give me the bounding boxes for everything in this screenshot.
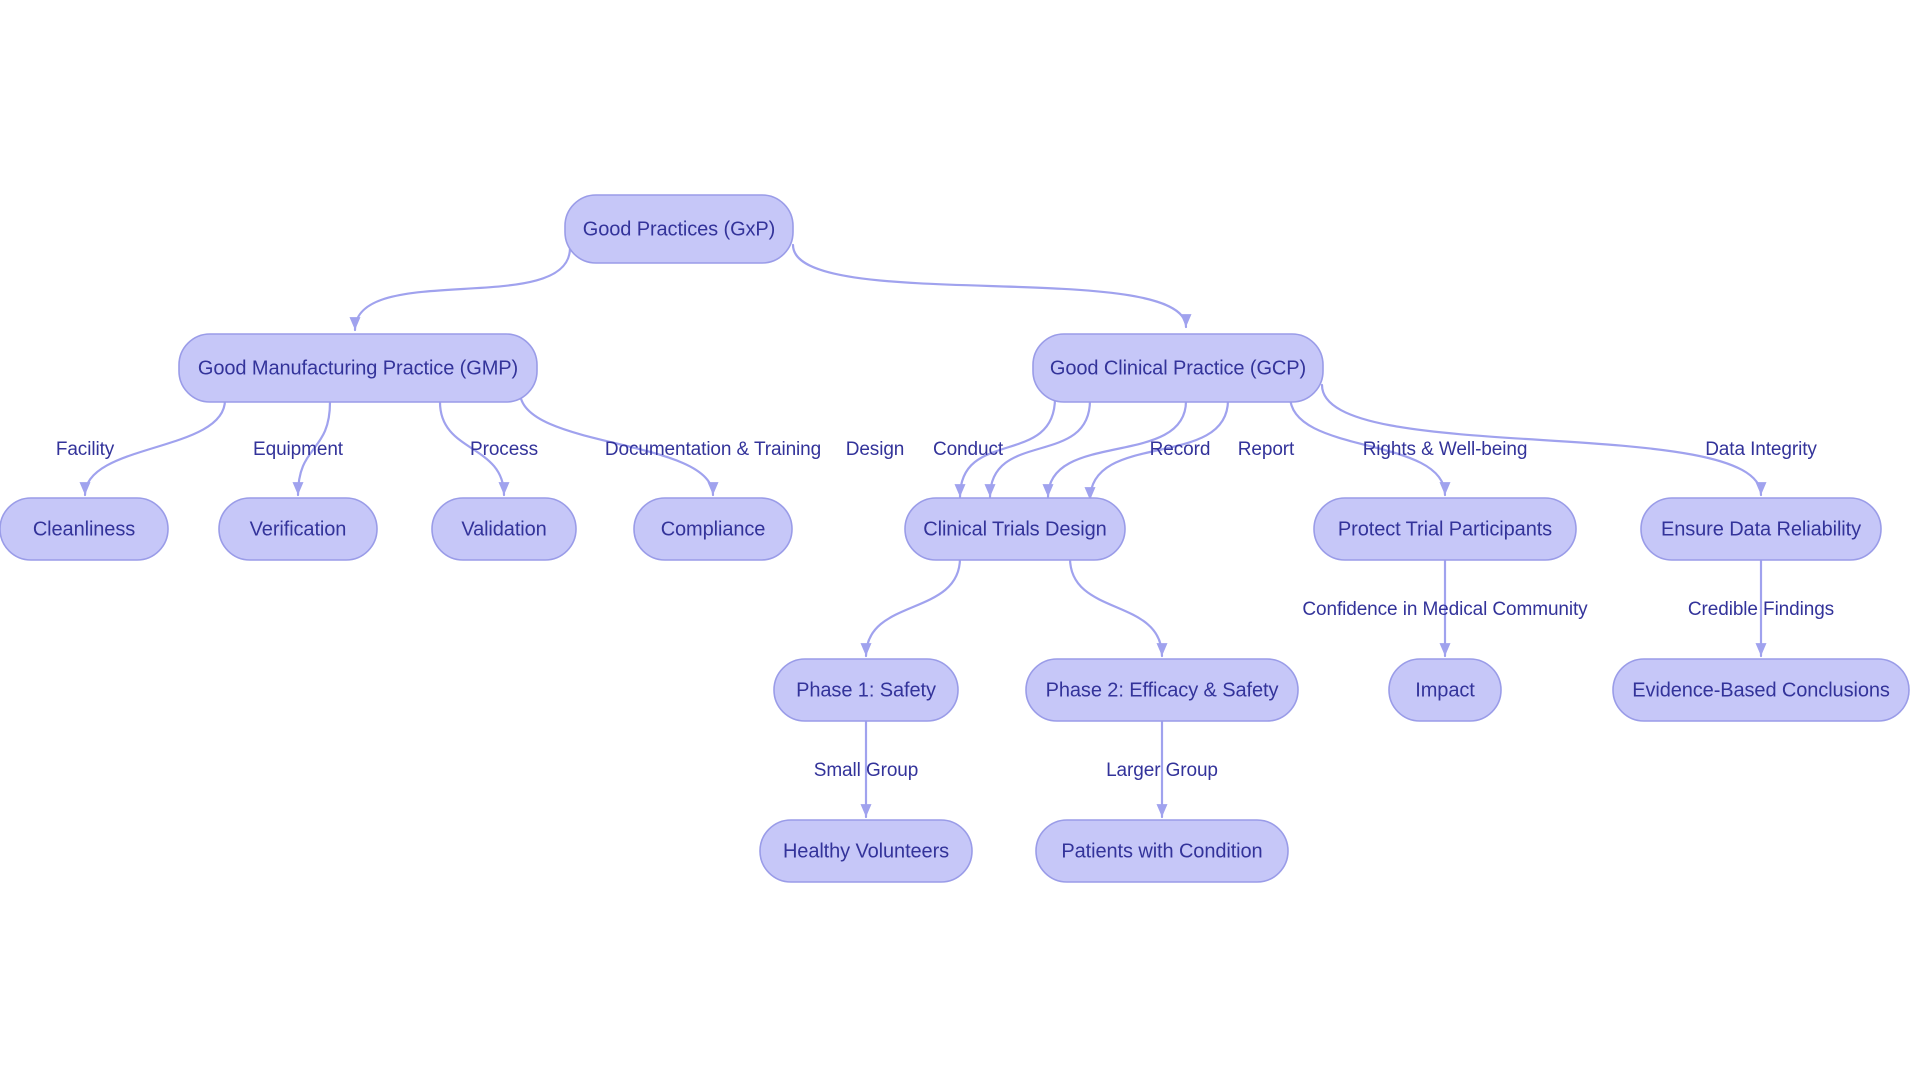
node-label-phase1: Phase 1: Safety (796, 679, 936, 701)
edge-label-gmp-cleanliness-2: Facility (56, 439, 115, 460)
edge-label-gcp-ctd-8: Record (1150, 439, 1211, 460)
arrowhead-phase2-to-patients (1156, 804, 1168, 817)
node-cleanliness[interactable]: Cleanliness (0, 497, 169, 561)
arrowhead-gcp-to-protect (1439, 482, 1451, 495)
edge-label-gmp-verification-3: Equipment (253, 439, 344, 460)
edge-ctd-to-phase1 (864, 556, 962, 658)
node-ctd[interactable]: Clinical Trials Design (904, 497, 1126, 561)
node-reliability[interactable]: Ensure Data Reliability (1640, 497, 1882, 561)
edge-label-gcp-reliability-11: Data Integrity (1705, 439, 1817, 460)
node-label-healthy: Healthy Volunteers (783, 840, 949, 862)
node-label-validation: Validation (461, 518, 546, 540)
node-protect[interactable]: Protect Trial Participants (1313, 497, 1577, 561)
edge-labels-layer: Facility Equipment Process Documentation & … (56, 439, 1834, 781)
arrowhead-reliability-to-evidence (1755, 643, 1767, 656)
arrowhead-ctd-to-phase1 (860, 643, 872, 656)
node-patients[interactable]: Patients with Condition (1035, 819, 1289, 883)
arrowhead-gmp-to-cleanliness (79, 482, 91, 495)
node-label-compliance: Compliance (661, 518, 766, 540)
arrowhead-gmp-to-validation (498, 482, 510, 495)
edge-label-gcp-ctd-6: Design (846, 439, 905, 460)
node-label-gxp: Good Practices (GxP) (583, 218, 776, 240)
edge-label-phase2-patients-17: Larger Group (1106, 760, 1218, 781)
node-verification[interactable]: Verification (218, 497, 378, 561)
edge-label-gmp-compliance-5: Documentation & Training (605, 439, 821, 460)
node-label-cleanliness: Cleanliness (33, 518, 135, 540)
arrowhead-ctd-to-phase2 (1156, 643, 1168, 656)
arrowhead-gcp-to-ctd (1042, 484, 1054, 497)
node-gcp[interactable]: Good Clinical Practice (GCP) (1032, 333, 1324, 403)
node-label-impact: Impact (1415, 679, 1475, 701)
node-label-protect: Protect Trial Participants (1338, 518, 1552, 540)
arrowhead-gmp-to-compliance (707, 482, 719, 495)
arrowhead-phase1-to-healthy (860, 804, 872, 817)
arrowhead-protect-to-impact (1439, 643, 1451, 656)
node-impact[interactable]: Impact (1388, 658, 1502, 722)
node-evidence[interactable]: Evidence-Based Conclusions (1612, 658, 1910, 722)
node-phase1[interactable]: Phase 1: Safety (773, 658, 959, 722)
arrowhead-gxp-to-gmp (349, 317, 361, 330)
arrowhead-gxp-to-gcp (1180, 314, 1192, 327)
node-label-evidence: Evidence-Based Conclusions (1632, 679, 1890, 701)
node-phase2[interactable]: Phase 2: Efficacy & Safety (1025, 658, 1299, 722)
edge-label-reliability-evidence-15: Credible Findings (1688, 599, 1834, 620)
node-label-verification: Verification (250, 518, 347, 540)
node-label-gcp: Good Clinical Practice (GCP) (1050, 357, 1306, 379)
flowchart-svg: Facility Equipment Process Documentation & … (0, 194, 1910, 883)
edge-label-gcp-ctd-9: Report (1238, 439, 1295, 460)
node-label-ctd: Clinical Trials Design (923, 518, 1106, 540)
arrowhead-gcp-to-ctd (954, 484, 966, 497)
edge-gxp-to-gmp (353, 246, 572, 332)
edge-label-protect-impact-14: Confidence in Medical Community (1302, 599, 1588, 620)
node-label-patients: Patients with Condition (1061, 840, 1262, 862)
node-label-phase2: Phase 2: Efficacy & Safety (1046, 679, 1279, 701)
nodes-layer: Good Practices (GxP) Good Manufacturing P… (0, 194, 1910, 883)
node-label-reliability: Ensure Data Reliability (1661, 518, 1861, 540)
edge-label-gmp-validation-4: Process (470, 439, 538, 460)
edge-gxp-to-gcp (791, 243, 1188, 329)
arrowhead-gcp-to-reliability (1755, 482, 1767, 495)
edge-label-phase1-healthy-16: Small Group (814, 760, 919, 781)
node-gmp[interactable]: Good Manufacturing Practice (GMP) (178, 333, 538, 403)
arrowhead-gmp-to-verification (292, 482, 304, 495)
node-compliance[interactable]: Compliance (633, 497, 793, 561)
flowchart-canvas: Facility Equipment Process Documentation & … (0, 0, 1920, 1080)
node-gxp[interactable]: Good Practices (GxP) (564, 194, 794, 264)
node-healthy[interactable]: Healthy Volunteers (759, 819, 973, 883)
edge-label-gcp-protect-10: Rights & Well-being (1363, 439, 1528, 460)
node-label-gmp: Good Manufacturing Practice (GMP) (198, 357, 518, 379)
edge-label-gcp-ctd-7: Conduct (933, 439, 1004, 460)
node-validation[interactable]: Validation (431, 497, 577, 561)
edge-ctd-to-phase2 (1068, 556, 1164, 658)
arrowhead-gcp-to-ctd (984, 484, 996, 497)
